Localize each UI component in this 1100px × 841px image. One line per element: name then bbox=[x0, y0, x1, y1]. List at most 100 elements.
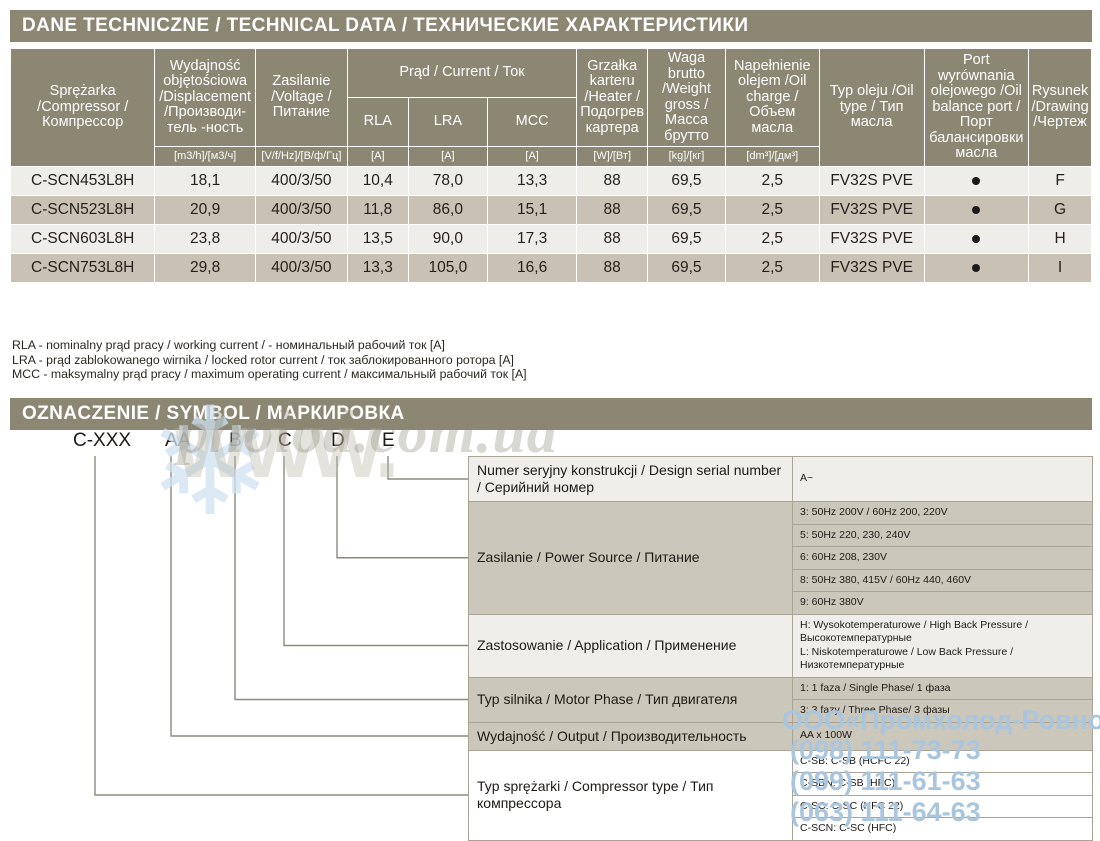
unit-oil-charge: [dm³]/[дм³] bbox=[724, 146, 820, 167]
col-header-drawing: Rysunek /Drawing /Чертеж bbox=[1028, 48, 1092, 167]
legend-row: Typ sprężarki / Compressor type / Тип ко… bbox=[468, 749, 1093, 841]
legend-value: 1: 1 faza / Single Phase/ 1 фаза bbox=[792, 676, 1093, 700]
symbol-code-b: B bbox=[229, 430, 242, 451]
cell-mcc: 16,6 bbox=[487, 253, 578, 283]
cell-heater: 88 bbox=[576, 224, 649, 254]
cell-oil-balance bbox=[923, 224, 1030, 254]
leader-line bbox=[387, 456, 468, 480]
oil-balance-dot-icon bbox=[972, 205, 981, 214]
leader-line bbox=[283, 456, 468, 647]
col-header-voltage: Zasilanie /Voltage / Питание bbox=[254, 48, 348, 147]
table-row: C-SCN753L8H 29,8 400/3/50 13,3 105,0 16,6 88 69… bbox=[9, 253, 1092, 283]
col-header-displacement: Wydajność objętościowa /Displacement /Пр… bbox=[154, 48, 256, 147]
legend-value: C-SB: C-SB (HCFC 22) bbox=[792, 749, 1093, 773]
oil-balance-dot-icon bbox=[972, 263, 981, 272]
cell-oil-balance bbox=[923, 195, 1030, 225]
legend-value: 5: 50Hz 220, 230, 240V bbox=[792, 523, 1093, 547]
cell-drawing: H bbox=[1028, 224, 1092, 254]
col-header-mcc: MCC bbox=[487, 97, 578, 147]
col-header-oil-balance-port: Port wyrównania olejowego /Oil balance p… bbox=[923, 48, 1030, 167]
cell-heater: 88 bbox=[576, 166, 649, 196]
table-header-row-1: Sprężarka /Compressor / Компрессор Wydaj… bbox=[9, 48, 1092, 167]
cell-displacement: 23,8 bbox=[154, 224, 256, 254]
cell-mcc: 13,3 bbox=[487, 166, 578, 196]
col-header-weight: Waga brutto /Weight gross / Масса брутто bbox=[647, 48, 726, 147]
col-header-oil-charge: Napełnienie olejem /Oil charge / Объем м… bbox=[724, 48, 820, 147]
cell-drawing: G bbox=[1028, 195, 1092, 225]
legend-value: H: Wysokotemperaturowe / High Back Press… bbox=[792, 613, 1093, 678]
cell-compressor: C-SCN523L8H bbox=[9, 195, 156, 225]
cell-voltage: 400/3/50 bbox=[254, 224, 348, 254]
footnote-lra: LRA - prąd zablokowanego wirnika / locke… bbox=[12, 352, 514, 367]
unit-rla: [A] bbox=[346, 146, 409, 167]
cell-voltage: 400/3/50 bbox=[254, 253, 348, 283]
technical-data-section-title: DANE TECHNICZNE / TECHNICAL DATA / ТЕХНИ… bbox=[10, 10, 1092, 42]
datasheet-page: ❄ www. pholod.com.ua ООО«Промхолод-Ровно… bbox=[0, 0, 1100, 841]
cell-heater: 88 bbox=[576, 195, 649, 225]
col-header-rla: RLA bbox=[346, 97, 409, 147]
legend-row: Numer seryjny konstrukcji / Design seria… bbox=[468, 456, 1093, 502]
symbol-code-e: E bbox=[382, 430, 395, 451]
legend-label: Typ sprężarki / Compressor type / Тип ко… bbox=[468, 749, 793, 841]
cell-rla: 11,8 bbox=[346, 195, 409, 225]
leader-line bbox=[170, 456, 468, 737]
cell-weight: 69,5 bbox=[647, 224, 726, 254]
cell-heater: 88 bbox=[576, 253, 649, 283]
cell-displacement: 20,9 bbox=[154, 195, 256, 225]
cell-weight: 69,5 bbox=[647, 253, 726, 283]
leader-line bbox=[336, 456, 468, 559]
legend-label: Zasilanie / Power Source / Питание bbox=[468, 501, 793, 615]
footnote-rla: RLA - nominalny prąd pracy / working cur… bbox=[12, 338, 445, 352]
cell-rla: 13,5 bbox=[346, 224, 409, 254]
col-header-oil-type: Typ oleju /Oil type / Тип масла bbox=[818, 48, 925, 167]
legend-row: Typ silnika / Motor Phase / Тип двигател… bbox=[468, 676, 1093, 723]
oil-balance-dot-icon bbox=[972, 176, 981, 185]
cell-lra: 78,0 bbox=[407, 166, 489, 196]
legend-value: 6: 60Hz 208, 230V bbox=[792, 546, 1093, 570]
col-header-compressor: Sprężarka /Compressor / Компрессор bbox=[9, 48, 156, 167]
col-header-current-group: Prąd / Current / Ток bbox=[346, 48, 578, 98]
cell-voltage: 400/3/50 bbox=[254, 195, 348, 225]
cell-oil-type: FV32S PVE bbox=[818, 253, 925, 283]
legend-value: 8: 50Hz 380, 415V / 60Hz 440, 460V bbox=[792, 568, 1093, 592]
col-header-heater: Grzałka karteru /Heater /Подогрев картер… bbox=[576, 48, 649, 147]
cell-oil-type: FV32S PVE bbox=[818, 166, 925, 196]
legend-label: Wydajność / Output / Производительность bbox=[468, 721, 793, 751]
legend-value: 9: 60Hz 380V bbox=[792, 591, 1093, 615]
unit-mcc: [A] bbox=[487, 146, 578, 167]
technical-data-table: Sprężarka /Compressor / Компрессор Wydaj… bbox=[9, 48, 1092, 283]
symbol-legend-body: Numer seryjny konstrukcji / Design seria… bbox=[468, 456, 1093, 841]
table-row: C-SCN453L8H 18,1 400/3/50 10,4 78,0 13,3 88 69,… bbox=[9, 166, 1092, 196]
legend-value: C-SC: C-SC (HFC 22) bbox=[792, 794, 1093, 818]
cell-oil-type: FV32S PVE bbox=[818, 224, 925, 254]
cell-mcc: 17,3 bbox=[487, 224, 578, 254]
symbol-code-c: C bbox=[278, 430, 292, 451]
leader-line bbox=[94, 456, 468, 796]
unit-displacement: [m3/h]/[м3/ч] bbox=[154, 146, 256, 167]
cell-oil-balance bbox=[923, 166, 1030, 196]
symbol-code-cxxx: C-XXX bbox=[73, 430, 132, 451]
cell-voltage: 400/3/50 bbox=[254, 166, 348, 196]
cell-mcc: 15,1 bbox=[487, 195, 578, 225]
cell-oil-charge: 2,5 bbox=[724, 224, 820, 254]
leader-line bbox=[234, 456, 468, 701]
cell-compressor: C-SCN453L8H bbox=[9, 166, 156, 196]
symbol-code-d: D bbox=[331, 430, 345, 451]
unit-weight: [kg]/[кг] bbox=[647, 146, 726, 167]
cell-weight: 69,5 bbox=[647, 166, 726, 196]
cell-compressor: C-SCN753L8H bbox=[9, 253, 156, 283]
legend-value: AA x 100W bbox=[792, 721, 1093, 751]
legend-label: Typ silnika / Motor Phase / Тип двигател… bbox=[468, 676, 793, 723]
cell-oil-charge: 2,5 bbox=[724, 253, 820, 283]
symbol-legend-table: Numer seryjny konstrukcji / Design seria… bbox=[468, 456, 1093, 841]
cell-compressor: C-SCN603L8H bbox=[9, 224, 156, 254]
cell-oil-balance bbox=[923, 253, 1030, 283]
cell-displacement: 29,8 bbox=[154, 253, 256, 283]
cell-drawing: I bbox=[1028, 253, 1092, 283]
cell-lra: 86,0 bbox=[407, 195, 489, 225]
legend-value: A~ bbox=[792, 456, 1093, 502]
table-row: C-SCN523L8H 20,9 400/3/50 11,8 86,0 15,1 88 69,… bbox=[9, 195, 1092, 225]
legend-value: 3: 50Hz 200V / 60Hz 200, 220V bbox=[792, 501, 1093, 525]
col-header-lra: LRA bbox=[407, 97, 489, 147]
cell-lra: 90,0 bbox=[407, 224, 489, 254]
